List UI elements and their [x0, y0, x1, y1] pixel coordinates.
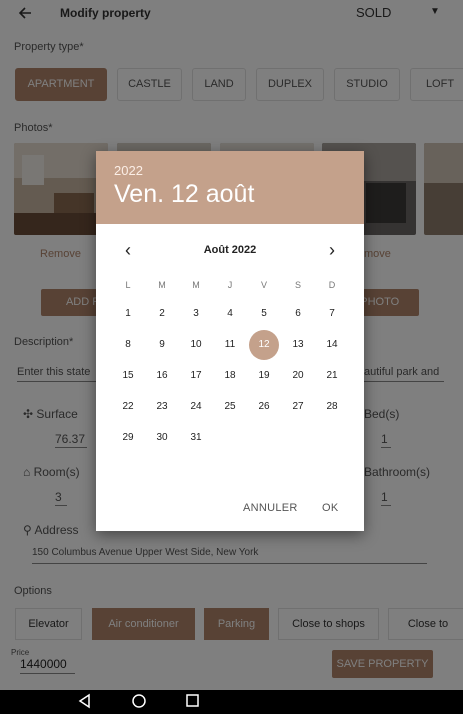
header-date: Ven. 12 août — [114, 180, 255, 208]
home-circle-icon[interactable] — [131, 693, 147, 712]
calendar-day[interactable]: 14 — [317, 330, 347, 360]
next-month-chevron-icon[interactable]: › — [322, 240, 342, 260]
calendar-day[interactable]: 6 — [283, 299, 313, 329]
calendar-day[interactable]: 3 — [181, 299, 211, 329]
calendar-day[interactable]: 20 — [283, 361, 313, 391]
calendar-day[interactable]: 18 — [215, 361, 245, 391]
system-navigation-bar — [0, 690, 463, 714]
weekday-label: V — [260, 280, 267, 290]
calendar-day[interactable]: 1 — [113, 299, 143, 329]
weekday-label: S — [294, 280, 301, 290]
calendar-day[interactable]: 7 — [317, 299, 347, 329]
calendar-day[interactable]: 28 — [317, 392, 347, 422]
calendar-day[interactable]: 5 — [249, 299, 279, 329]
calendar-day[interactable]: 13 — [283, 330, 313, 360]
calendar-day[interactable]: 4 — [215, 299, 245, 329]
calendar-day[interactable]: 21 — [317, 361, 347, 391]
calendar-day[interactable]: 8 — [113, 330, 143, 360]
calendar-day[interactable]: 27 — [283, 392, 313, 422]
calendar-day[interactable]: 10 — [181, 330, 211, 360]
calendar-day[interactable]: 23 — [147, 392, 177, 422]
calendar-day[interactable]: 15 — [113, 361, 143, 391]
back-triangle-icon[interactable] — [77, 693, 91, 712]
weekday-label: M — [158, 280, 166, 290]
cancel-button[interactable]: ANNULER — [243, 502, 298, 514]
calendar-day[interactable]: 25 — [215, 392, 245, 422]
calendar-day[interactable]: 26 — [249, 392, 279, 422]
calendar-day[interactable]: 17 — [181, 361, 211, 391]
recents-square-icon[interactable] — [185, 693, 201, 712]
calendar-day[interactable]: 19 — [249, 361, 279, 391]
ok-button[interactable]: OK — [322, 502, 339, 514]
header-year[interactable]: 2022 — [114, 163, 143, 178]
calendar-day[interactable]: 9 — [147, 330, 177, 360]
calendar-day[interactable]: 30 — [147, 423, 177, 453]
calendar-day[interactable]: 22 — [113, 392, 143, 422]
date-picker-header: 2022 Ven. 12 août — [96, 151, 364, 224]
calendar-day[interactable]: 31 — [181, 423, 211, 453]
weekday-label: L — [125, 280, 131, 290]
weekday-label: M — [192, 280, 200, 290]
calendar-day[interactable]: 2 — [147, 299, 177, 329]
calendar-day[interactable]: 16 — [147, 361, 177, 391]
calendar-day[interactable]: 24 — [181, 392, 211, 422]
calendar-day[interactable]: 11 — [215, 330, 245, 360]
weekday-label: J — [227, 280, 233, 290]
date-picker-dialog: 2022 Ven. 12 août ‹ Août 2022 › LMMJVSD … — [96, 151, 364, 531]
calendar-day[interactable]: 29 — [113, 423, 143, 453]
weekday-label: D — [328, 280, 336, 290]
modify-property-screen: Modify property SOLD ▼ Property type* AP… — [0, 0, 463, 690]
calendar-day-selected[interactable]: 12 — [249, 330, 279, 360]
